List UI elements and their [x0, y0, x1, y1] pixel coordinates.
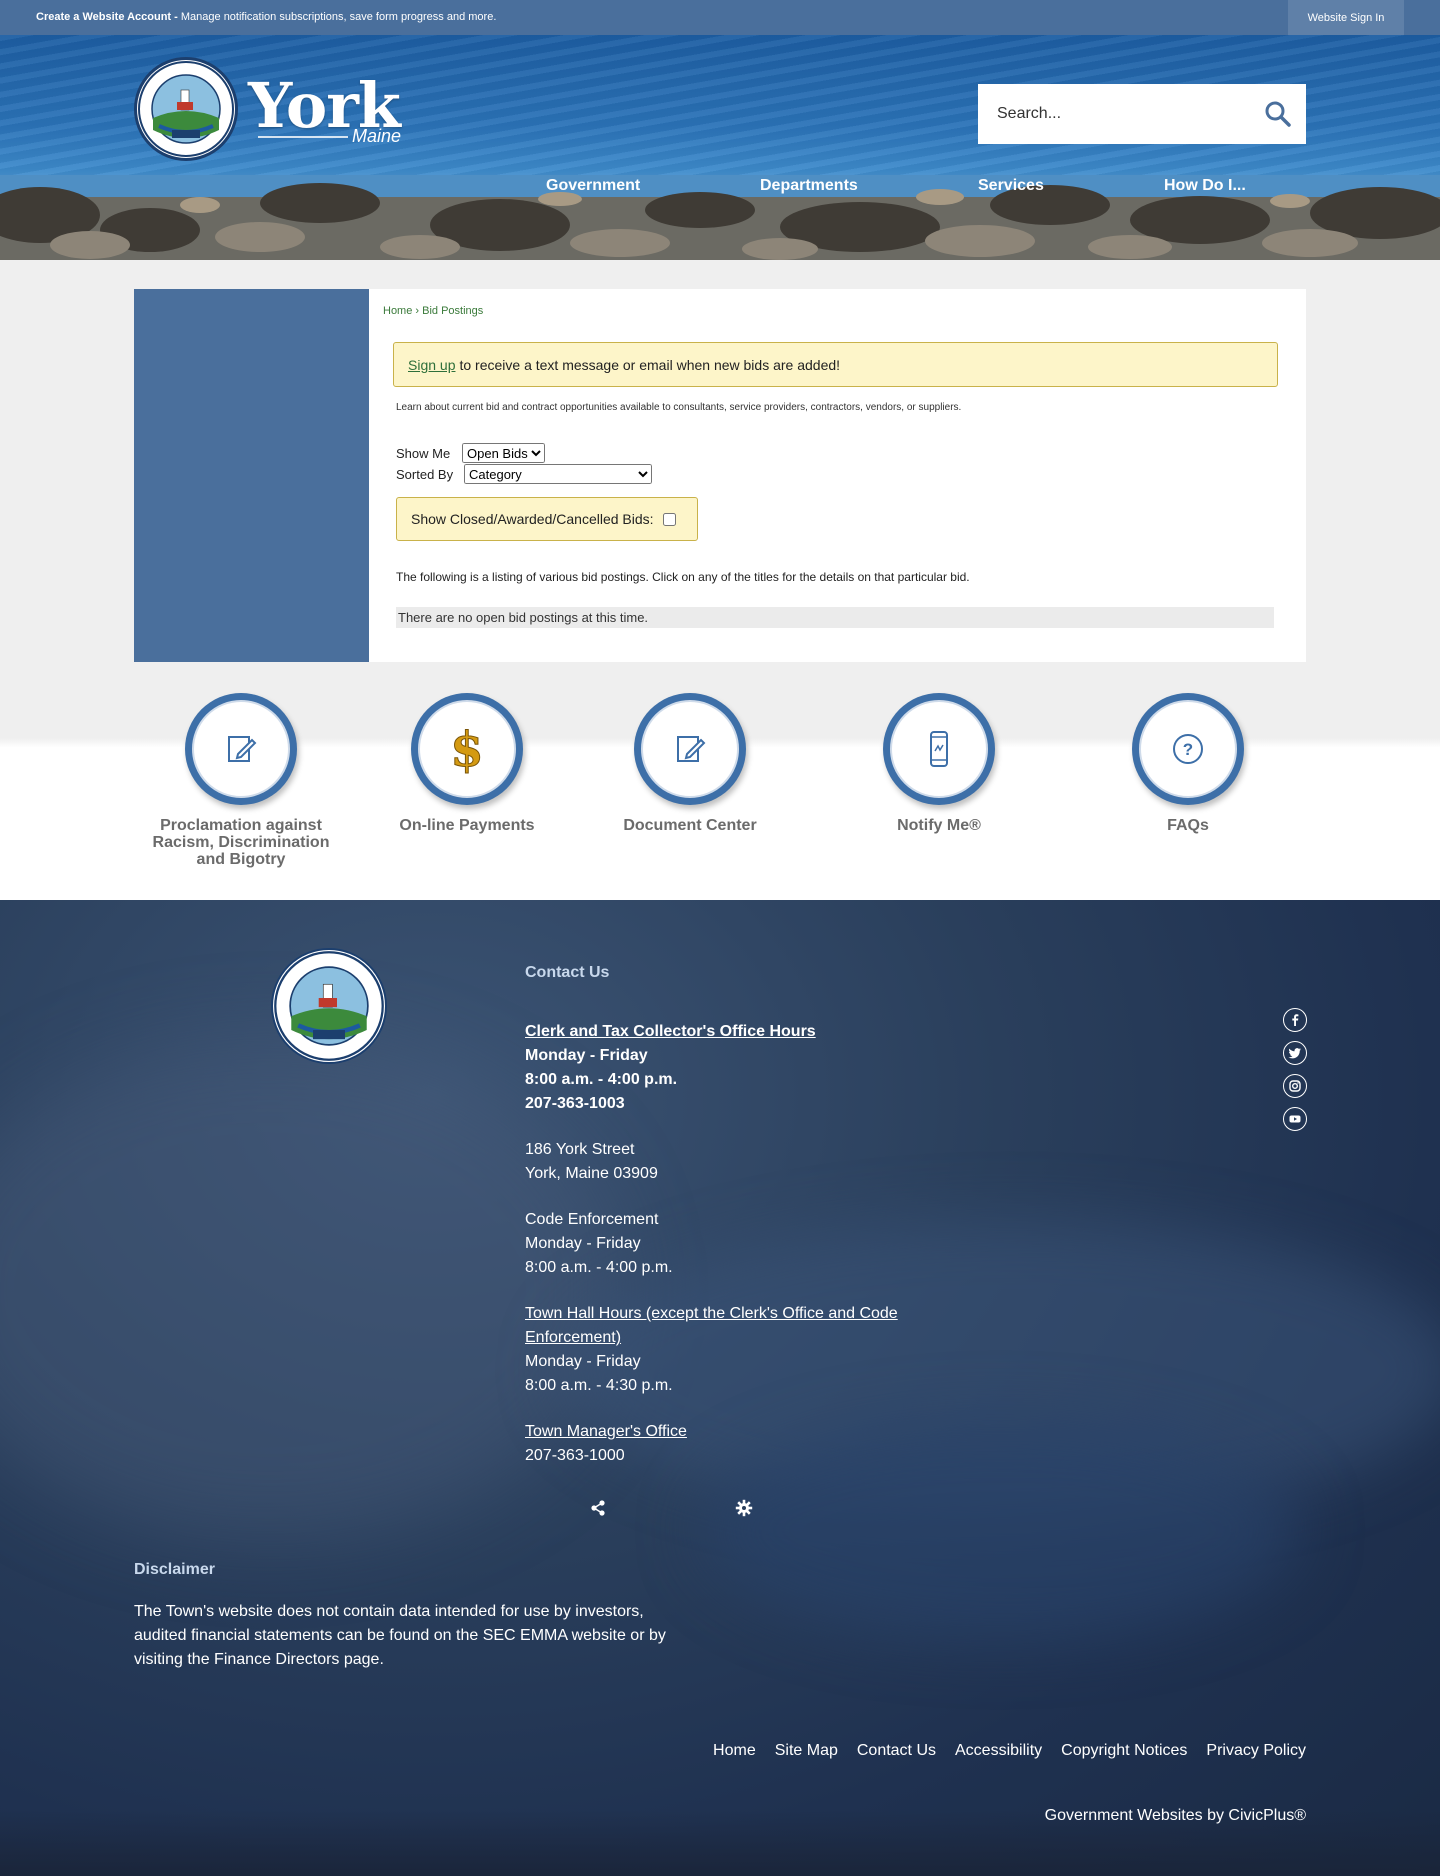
facebook-icon[interactable] [1283, 1008, 1307, 1032]
clerk-hours-link[interactable]: Clerk and Tax Collector's Office Hours [525, 1023, 816, 1040]
left-sidebar [134, 289, 369, 662]
disclaimer-text: The Town's website does not contain data… [134, 1603, 666, 1668]
signup-notice-text: to receive a text message or email when … [459, 356, 841, 373]
town-hall-days: Monday - Friday [525, 1353, 641, 1370]
quick-link-circle [185, 693, 297, 805]
address-line-2: York, Maine 03909 [525, 1165, 658, 1182]
address-line-1: 186 York Street [525, 1141, 635, 1158]
show-me-label: Show Me [396, 445, 451, 461]
search-icon[interactable] [1264, 100, 1292, 128]
quick-link-circle: $ [411, 693, 523, 805]
disclaimer-heading: Disclaimer [134, 1561, 215, 1578]
footer-link-privacy[interactable]: Privacy Policy [1206, 1742, 1306, 1760]
listing-description: The following is a listing of various bi… [396, 570, 970, 584]
nav-services[interactable]: Services [978, 177, 1044, 195]
show-closed-label: Show Closed/Awarded/Cancelled Bids: [411, 511, 654, 527]
search-input[interactable] [978, 84, 1248, 144]
gear-icon[interactable] [735, 1499, 753, 1517]
code-enforcement-days: Monday - Friday [525, 1235, 641, 1252]
quick-link-document-center[interactable]: Document Center [595, 693, 785, 834]
svg-text:$: $ [450, 722, 483, 776]
svg-text:?: ? [1183, 740, 1193, 759]
quick-link-label: Notify Me® [897, 817, 981, 834]
footer-link-contact-us[interactable]: Contact Us [857, 1742, 936, 1760]
town-hall-hours: 8:00 a.m. - 4:30 p.m. [525, 1377, 673, 1394]
no-bids-message: There are no open bid postings at this t… [396, 607, 1274, 628]
quick-link-circle: ? [1132, 693, 1244, 805]
quick-link-label: Document Center [623, 817, 757, 834]
breadcrumb-home-link[interactable]: Home [383, 305, 412, 317]
code-enforcement-hours: 8:00 a.m. - 4:00 p.m. [525, 1259, 673, 1276]
show-closed-toggle: Show Closed/Awarded/Cancelled Bids: [396, 497, 698, 541]
show-me-filter: Show Me Open Bids [396, 443, 545, 463]
town-hall-hours-link[interactable]: Town Hall Hours (except the Clerk's Offi… [525, 1305, 898, 1346]
search-box [978, 84, 1306, 144]
civicplus-credit-link[interactable]: Government Websites by CivicPlus® [1045, 1807, 1306, 1825]
code-enforcement-title: Code Enforcement [525, 1211, 659, 1228]
breadcrumb: Home › Bid Postings [383, 305, 483, 317]
share-icon[interactable] [589, 1499, 607, 1517]
instagram-icon[interactable] [1283, 1074, 1307, 1098]
edit-document-icon [228, 736, 257, 762]
breadcrumb-current[interactable]: Bid Postings [422, 305, 483, 317]
footer-links: Home Site Map Contact Us Accessibility C… [713, 1742, 1306, 1760]
sorted-by-filter: Sorted By Category [396, 464, 652, 484]
create-account-link[interactable]: Create a Website Account - Manage notifi… [36, 11, 496, 23]
footer-link-accessibility[interactable]: Accessibility [955, 1742, 1042, 1760]
create-account-description: Manage notification subscriptions, save … [177, 11, 497, 23]
site-footer: Contact Us Clerk and Tax Collector's Off… [0, 900, 1440, 1876]
footer-seal-logo [271, 948, 387, 1064]
quick-link-circle [883, 693, 995, 805]
main-content: Home › Bid Postings Sign up to receive a… [369, 289, 1306, 662]
dollar-icon: $ [450, 722, 484, 776]
clerk-phone: 207-363-1003 [525, 1095, 625, 1112]
mobile-phone-icon [930, 731, 948, 767]
town-manager-phone: 207-363-1000 [525, 1447, 625, 1464]
nav-departments[interactable]: Departments [760, 177, 858, 195]
quick-link-label: FAQs [1167, 817, 1209, 834]
quick-link-faqs[interactable]: ? FAQs [1093, 693, 1283, 834]
quick-link-proclamation[interactable]: Proclamation against Racism, Discriminat… [146, 693, 336, 868]
nav-government[interactable]: Government [546, 177, 640, 195]
create-account-label: Create a Website Account - [36, 11, 178, 23]
town-manager-link[interactable]: Town Manager's Office [525, 1423, 687, 1440]
footer-link-home[interactable]: Home [713, 1742, 756, 1760]
york-seal-logo[interactable] [134, 57, 238, 161]
footer-link-site-map[interactable]: Site Map [775, 1742, 838, 1760]
show-me-select[interactable]: Open Bids [462, 443, 545, 463]
clerk-hours: 8:00 a.m. - 4:00 p.m. [525, 1071, 678, 1088]
edit-document-icon [677, 736, 706, 762]
site-logo-subtitle: Maine [352, 126, 402, 146]
quick-link-circle [634, 693, 746, 805]
contact-info: Clerk and Tax Collector's Office Hours M… [525, 1020, 905, 1468]
utility-bar: Create a Website Account - Manage notifi… [0, 0, 1440, 35]
question-icon: ? [1173, 734, 1203, 764]
logo-divider [258, 136, 348, 138]
youtube-icon[interactable] [1283, 1107, 1307, 1131]
sign-up-link[interactable]: Sign up [408, 357, 455, 373]
sorted-by-select[interactable]: Category [464, 464, 652, 484]
show-closed-checkbox[interactable] [662, 512, 676, 526]
breadcrumb-separator: › [412, 305, 423, 317]
nav-how-do-i[interactable]: How Do I... [1164, 177, 1246, 195]
twitter-icon[interactable] [1283, 1041, 1307, 1065]
signup-notice: Sign up to receive a text message or ema… [393, 342, 1278, 387]
clerk-days: Monday - Friday [525, 1047, 648, 1064]
quick-link-label: On-line Payments [399, 817, 535, 834]
quick-link-notify-me[interactable]: Notify Me® [844, 693, 1034, 834]
intro-text: Learn about current bid and contract opp… [396, 402, 962, 413]
site-header: York Maine Government Departments Servic… [0, 35, 1440, 260]
contact-us-heading: Contact Us [525, 964, 610, 981]
sorted-by-label: Sorted By [396, 466, 454, 482]
quick-link-label: Proclamation against Racism, Discriminat… [152, 817, 330, 868]
quick-link-online-payments[interactable]: $ On-line Payments [372, 693, 562, 834]
website-sign-in-button[interactable]: Website Sign In [1288, 0, 1404, 35]
footer-link-copyright[interactable]: Copyright Notices [1061, 1742, 1187, 1760]
